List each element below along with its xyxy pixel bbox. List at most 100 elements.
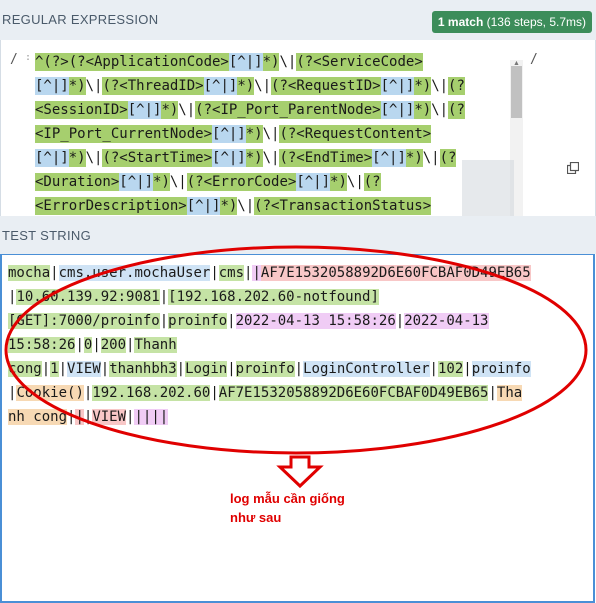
- regex-token: (?: [363, 173, 381, 191]
- regex-delimiter-left: /: [10, 52, 18, 67]
- regex-token: [^|]: [186, 197, 221, 215]
- match-group-token: |: [294, 361, 304, 377]
- match-group-token: 2022-04-13: [404, 313, 489, 329]
- regex-token: \|: [279, 54, 297, 70]
- regex-token: (?<StartTime>: [102, 149, 213, 167]
- regex-token: \|: [178, 102, 196, 118]
- regex-token: <SessionID>: [35, 101, 128, 119]
- ts-line-6: nh cong|||VIEW|||||: [8, 405, 588, 429]
- match-group-token: mocha: [8, 265, 51, 281]
- regex-token: (?<ApplicationCode>: [68, 53, 229, 71]
- rx-line-0: ^(?>(?<ApplicationCode>[^|]*)\|(?<Servic…: [35, 50, 507, 74]
- match-group-token: |: [134, 409, 143, 425]
- match-group-token: |: [100, 361, 110, 377]
- copy-icon[interactable]: [567, 162, 579, 174]
- match-group-token: cms.user.mochaUser: [58, 265, 211, 281]
- match-group-token: |: [176, 361, 186, 377]
- regex-token: (?<RequestContent>: [279, 125, 432, 143]
- match-group-token: [192.168.202.60-notfound]: [168, 289, 379, 305]
- match-group-token: |: [58, 361, 68, 377]
- rx-line-1: [^|]*)\|(?<ThreadID>[^|]*)\|(?<RequestID…: [35, 74, 507, 98]
- rx-line-4: [^|]*)\|(?<StartTime>[^|]*)\|(?<EndTime>…: [35, 146, 507, 170]
- match-group-token: Thanh: [134, 337, 177, 353]
- rx-line-6: <ErrorDescription>[^|]*)\|(?<Transaction…: [35, 194, 507, 218]
- match-group-token: 1: [50, 361, 59, 377]
- test-string-header: TEST STRING: [0, 216, 596, 254]
- regex-token: \|: [431, 78, 449, 94]
- regex-token: (?: [439, 149, 457, 167]
- match-group-token: proinfo: [168, 313, 228, 329]
- regex-token: [^|]: [212, 125, 246, 143]
- regex-token: *): [262, 53, 280, 71]
- match-group-token: |: [463, 361, 472, 377]
- match-group-token: proinfo: [235, 361, 295, 377]
- regex-token: [^|]: [203, 77, 238, 95]
- regex-token: \|: [262, 126, 280, 142]
- regex-token: *): [68, 149, 86, 167]
- match-group-token: |: [151, 409, 160, 425]
- annotation-text: log mẫu cần giống như sau: [230, 489, 345, 527]
- regex-token: [^|]: [380, 77, 415, 95]
- regex-token: (?<IP_Port_ParentNode>: [195, 101, 381, 119]
- regex-input[interactable]: ^(?>(?<ApplicationCode>[^|]*)\|(?<Servic…: [35, 50, 507, 218]
- regex-token: [^|]: [127, 101, 162, 119]
- regex-token: \|: [85, 78, 103, 94]
- regex-token: (?<ErrorCode>: [186, 173, 297, 191]
- drag-handle-icon: :: [25, 52, 32, 63]
- regex-token: [^|]: [212, 149, 246, 167]
- match-group-token: |: [227, 361, 236, 377]
- regex-token: *): [414, 77, 432, 95]
- match-info-badge[interactable]: 1 match (136 steps, 5.7ms): [431, 11, 592, 33]
- regex-token: <Duration>: [35, 173, 120, 191]
- regex-token: \|: [422, 150, 440, 166]
- regex-header: REGULAR EXPRESSION 1 match (136 steps, 5…: [0, 0, 596, 40]
- rx-line-3: <IP_Port_CurrentNode>[^|]*)\|(?<RequestC…: [35, 122, 507, 146]
- regex-token: [^|]: [35, 77, 69, 95]
- regex-token: (?<TransactionStatus>: [254, 197, 432, 215]
- match-group-token: 200: [100, 337, 127, 353]
- match-group-token: |: [50, 265, 59, 281]
- regex-token: <IP_Port_CurrentNode>: [35, 125, 213, 143]
- regex-token: \|: [431, 102, 449, 118]
- match-group-token: proinfo: [471, 361, 531, 377]
- match-group-token: cong: [8, 361, 42, 377]
- regex-token: [^|]: [372, 149, 406, 167]
- scroll-thumb[interactable]: [511, 66, 522, 118]
- regex-token: *): [153, 173, 170, 191]
- annotation-line-1: log mẫu cần giống: [230, 491, 345, 506]
- ts-line-1: |10.60.139.92:9081|[192.168.202.60-notfo…: [8, 285, 588, 309]
- regex-token: [^|]: [35, 149, 69, 167]
- regex-token: *): [245, 125, 263, 143]
- match-group-token: 192.168.202.60: [92, 385, 211, 401]
- match-group-token: nh cong: [8, 409, 68, 425]
- match-group-token: |: [210, 265, 219, 281]
- match-group-token: |: [75, 409, 84, 425]
- match-group-token: AF7E1532058892D6E60FCBAF0D49EB65: [260, 265, 531, 281]
- ts-line-0: mocha|cms.user.mochaUser|cms||AF7E153205…: [8, 261, 588, 285]
- match-group-token: VIEW: [67, 361, 101, 377]
- match-group-token: Cookie(): [16, 385, 84, 401]
- regex-token: [^|]: [228, 53, 263, 71]
- match-group-token: |: [210, 385, 219, 401]
- test-string-input[interactable]: mocha|cms.user.mochaUser|cms||AF7E153205…: [8, 261, 588, 429]
- test-string-editor[interactable]: mocha|cms.user.mochaUser|cms||AF7E153205…: [0, 254, 595, 603]
- match-group-token: 10.60.139.92:9081: [16, 289, 160, 305]
- match-group-token: |: [159, 313, 169, 329]
- regex-token: <ErrorDescription>: [35, 197, 187, 215]
- annotation-line-2: như sau: [230, 510, 282, 525]
- match-group-token: 2022-04-13 15:58:26: [235, 313, 396, 329]
- match-group-token: VIEW: [92, 409, 127, 425]
- regex-token: *): [237, 77, 255, 95]
- match-group-token: |: [252, 265, 261, 281]
- match-group-token: AF7E1532058892D6E60FCBAF0D49EB65: [218, 385, 489, 401]
- regex-token: \|: [169, 174, 187, 190]
- regex-token: *): [161, 101, 179, 119]
- rx-line-2: <SessionID>[^|]*)\|(?<IP_Port_ParentNode…: [35, 98, 507, 122]
- match-count: 1 match: [437, 15, 484, 29]
- regex-token: [^|]: [119, 173, 154, 191]
- regex-token: (?: [448, 101, 465, 119]
- regex-token: *): [405, 149, 423, 167]
- match-group-token: |: [488, 385, 497, 401]
- ts-line-3: 15:58:26|0|200|Thanh: [8, 333, 588, 357]
- match-group-token: |: [41, 361, 51, 377]
